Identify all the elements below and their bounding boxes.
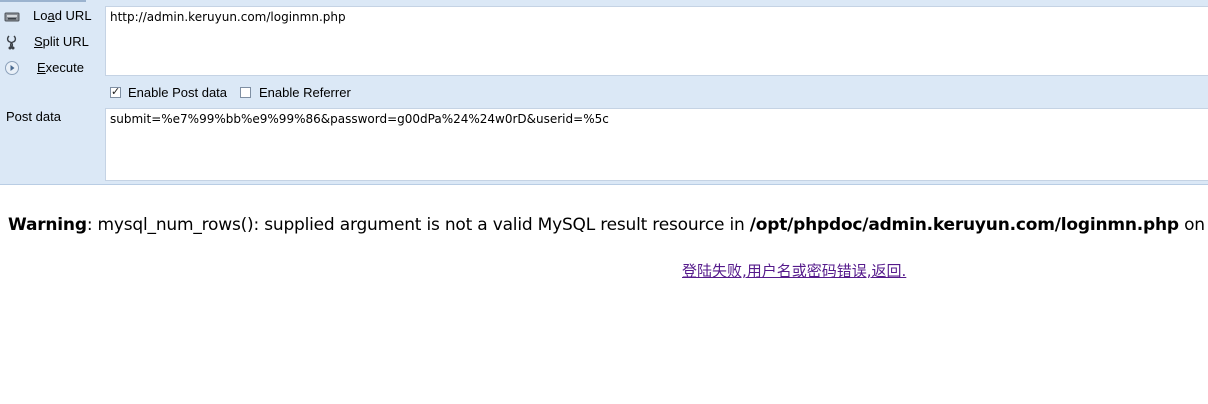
php-warning-message: Warning: mysql_num_rows(): supplied argu… — [8, 215, 1208, 235]
warning-on-line-text: on line — [1184, 215, 1208, 235]
enable-referrer-checkbox[interactable] — [240, 87, 251, 98]
split-url-icon — [4, 34, 20, 50]
warning-file-path: /opt/phpdoc/admin.keruyun.com/loginmn.ph… — [749, 215, 1179, 235]
execute-icon — [4, 60, 20, 76]
warning-text: : mysql_num_rows(): supplied argument is… — [86, 215, 750, 235]
load-url-icon — [4, 8, 20, 24]
enable-referrer-label: Enable Referrer — [259, 85, 351, 100]
enable-post-data-checkbox[interactable]: ✓ — [110, 86, 121, 98]
execute-button[interactable]: Execute — [0, 57, 102, 79]
url-input[interactable]: http://admin.keruyun.com/loginmn.php — [105, 6, 1208, 76]
enable-post-data-label: Enable Post data — [128, 85, 228, 100]
checkmark-icon: ✓ — [111, 86, 121, 98]
warning-label: Warning — [8, 215, 87, 235]
panel-top-divider — [0, 0, 86, 2]
load-url-button[interactable]: Load URL — [0, 5, 102, 27]
hackbar-panel: Load URL Split URL Execute http://admin.… — [0, 0, 1208, 185]
post-data-input[interactable]: submit=%e7%99%bb%e9%99%86&password=g00dP… — [105, 108, 1208, 181]
post-data-label: Post data — [6, 109, 61, 124]
split-url-button[interactable]: Split URL — [0, 31, 102, 53]
login-failed-back-link[interactable]: 登陆失败,用户名或密码错误,返回. — [682, 260, 906, 281]
